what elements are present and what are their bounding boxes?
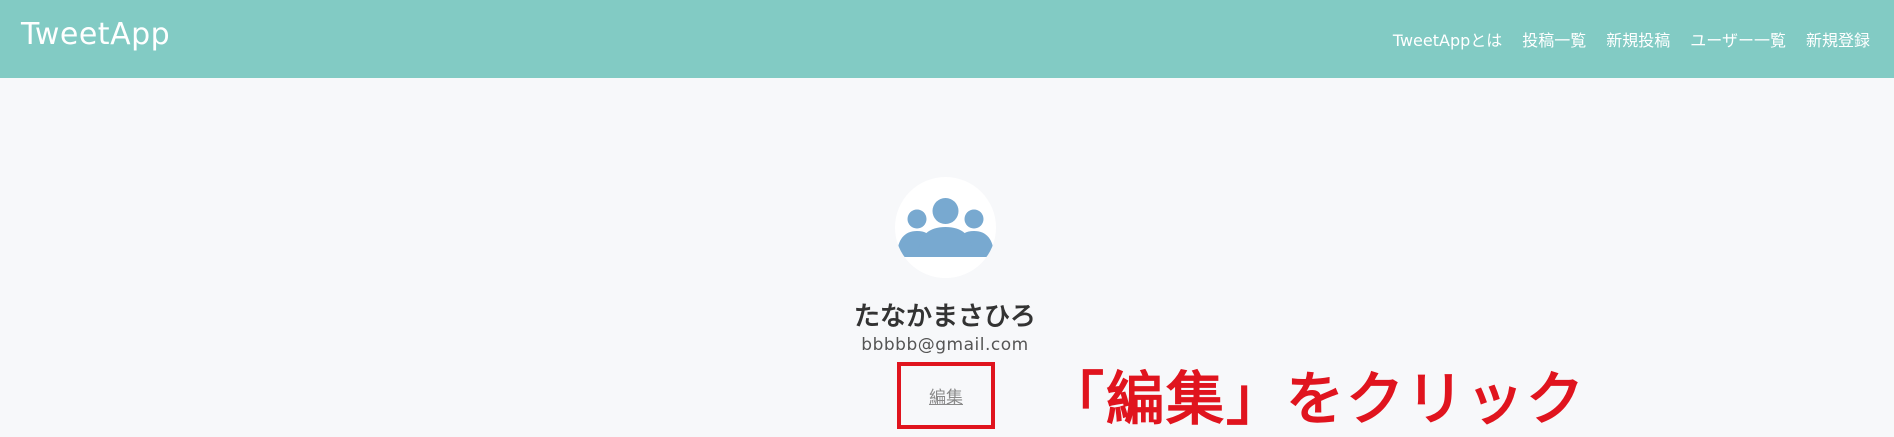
highlight-box: 編集 xyxy=(897,362,995,429)
nav-item-new-post[interactable]: 新規投稿 xyxy=(1606,27,1670,51)
user-name: たなかまさひろ xyxy=(853,302,1036,332)
nav-item-signup[interactable]: 新規登録 xyxy=(1806,27,1870,51)
avatar xyxy=(895,177,996,278)
nav-item-posts[interactable]: 投稿一覧 xyxy=(1522,27,1586,51)
app-logo[interactable]: TweetApp xyxy=(21,17,170,52)
users-group-icon xyxy=(895,198,996,278)
edit-link[interactable]: 編集 xyxy=(901,383,991,408)
nav-item-about[interactable]: TweetAppとは xyxy=(1393,27,1502,51)
user-email: bbbbb@gmail.com xyxy=(861,335,1029,355)
annotation-text: 「編集」をクリック xyxy=(1046,365,1587,433)
main-nav: TweetAppとは 投稿一覧 新規投稿 ユーザー一覧 新規登録 xyxy=(1393,27,1870,51)
nav-item-users[interactable]: ユーザー一覧 xyxy=(1690,27,1786,51)
header-bar: TweetApp TweetAppとは 投稿一覧 新規投稿 ユーザー一覧 新規登… xyxy=(0,0,1894,78)
